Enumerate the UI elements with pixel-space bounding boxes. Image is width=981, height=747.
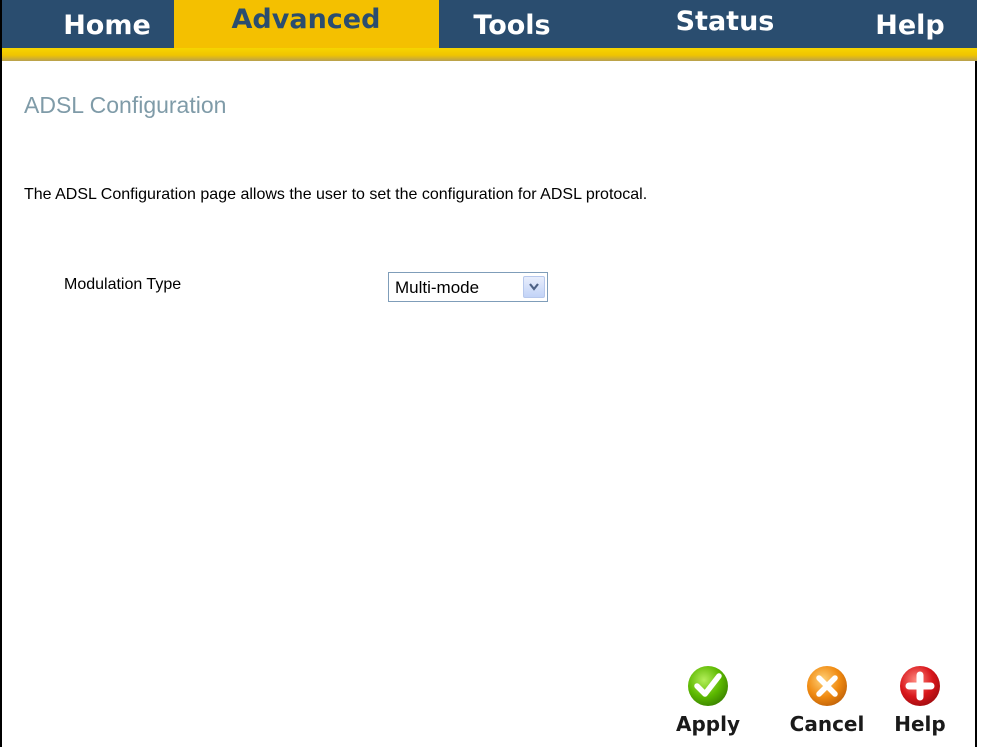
modulation-type-label: Modulation Type bbox=[64, 276, 182, 293]
apply-label: Apply bbox=[675, 712, 740, 736]
chevron-down-icon[interactable] bbox=[523, 276, 545, 298]
apply-button[interactable]: Apply bbox=[663, 664, 753, 736]
page-description: The ADSL Configuration page allows the u… bbox=[24, 186, 648, 203]
modulation-type-select[interactable]: Multi-mode bbox=[388, 272, 548, 302]
cancel-label: Cancel bbox=[789, 712, 865, 736]
x-icon bbox=[807, 666, 847, 706]
tab-advanced[interactable]: Advanced bbox=[216, 0, 396, 40]
cancel-button[interactable]: Cancel bbox=[782, 664, 872, 736]
plus-icon bbox=[900, 666, 940, 706]
help-button[interactable]: Help bbox=[875, 664, 965, 736]
tab-help[interactable]: Help bbox=[860, 6, 960, 46]
tab-tools[interactable]: Tools bbox=[457, 6, 567, 46]
modulation-type-value: Multi-mode bbox=[395, 278, 480, 297]
checkmark-icon bbox=[688, 666, 728, 706]
nav-underline-bar bbox=[2, 48, 977, 61]
top-nav-bar: Home Advanced Tools Status Help bbox=[2, 0, 977, 48]
tab-home[interactable]: Home bbox=[52, 6, 162, 46]
help-label: Help bbox=[894, 712, 946, 736]
tab-status[interactable]: Status bbox=[660, 2, 790, 42]
page-title: ADSL Configuration bbox=[24, 92, 227, 118]
